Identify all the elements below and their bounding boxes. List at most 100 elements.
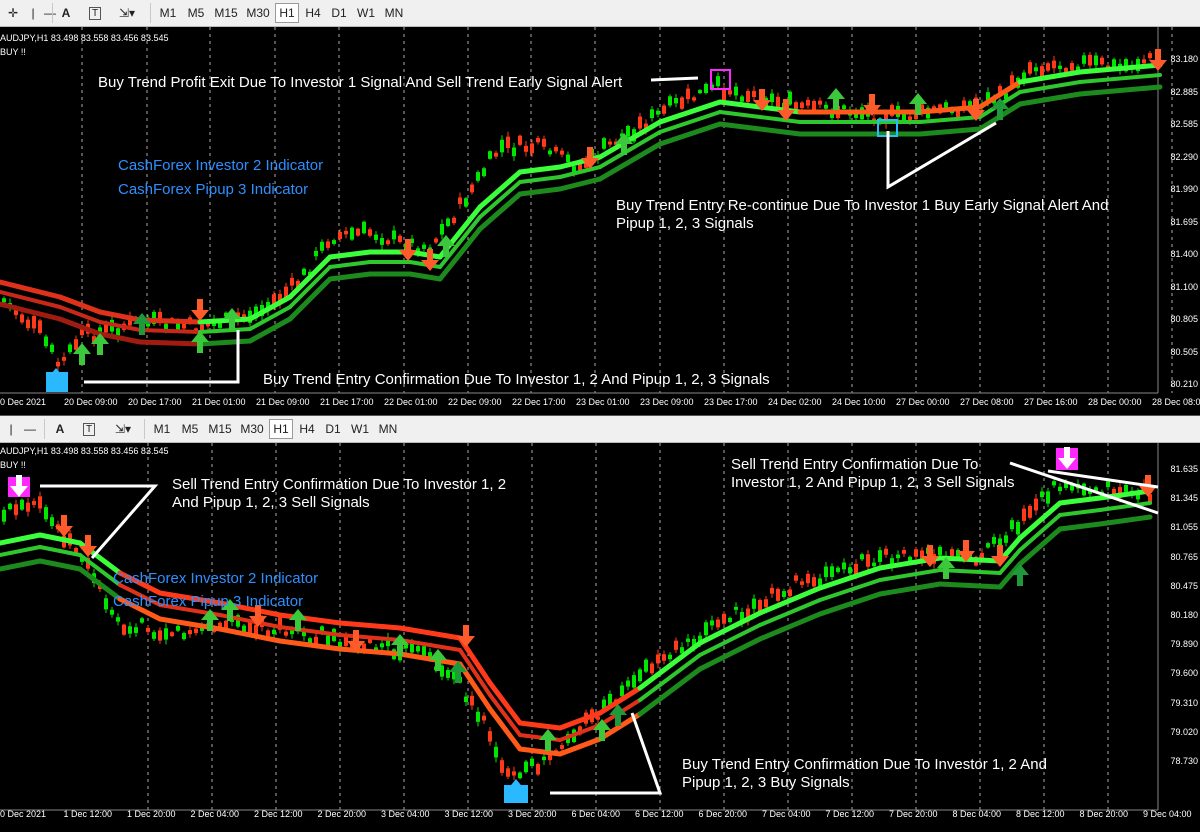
candle [374, 234, 378, 240]
timeframe-h4-button[interactable]: H4 [301, 3, 325, 23]
candle [458, 197, 462, 204]
timeframe-h1-button[interactable]: H1 [275, 3, 299, 23]
timeframe-mn-button[interactable]: MN [375, 419, 401, 439]
candle [638, 116, 642, 129]
candle [1052, 481, 1056, 486]
candle [74, 339, 78, 350]
trend-ribbon [397, 625, 463, 641]
candle [1004, 535, 1008, 543]
candle [620, 685, 624, 697]
candle [824, 104, 828, 109]
text-label-icon[interactable]: T [80, 419, 98, 439]
timeframe-m15-button[interactable]: M15 [211, 3, 241, 23]
candle [752, 90, 756, 97]
candle [488, 731, 492, 742]
timeframe-h4-button[interactable]: H4 [295, 419, 319, 439]
trend-ribbon [517, 720, 563, 731]
trend-ribbon [0, 545, 42, 557]
chart-bottom[interactable]: AUDJPY,H1 83.498 83.558 83.456 83.545 BU… [0, 443, 1200, 832]
shapes-icon[interactable]: ⇲▾ [108, 419, 138, 439]
candle [686, 638, 690, 642]
vertical-line-icon[interactable]: | [26, 3, 40, 23]
trend-ribbon [97, 309, 143, 323]
trend-ribbon [338, 633, 402, 642]
trend-ribbon [557, 176, 603, 192]
candle [656, 654, 660, 664]
timeframe-mn-button[interactable]: MN [381, 3, 407, 23]
candle [1046, 491, 1050, 504]
candle [560, 745, 564, 749]
candle [110, 609, 114, 615]
candle [68, 344, 72, 353]
candle [422, 244, 426, 249]
candle [968, 101, 972, 106]
candle [896, 554, 900, 559]
buy-arrow-icon [539, 729, 557, 751]
text-label-icon[interactable]: T [86, 3, 104, 23]
timeframe-m30-button[interactable]: M30 [243, 3, 273, 23]
timeframe-m30-button[interactable]: M30 [237, 419, 267, 439]
timeframe-m1-button[interactable]: M1 [149, 419, 175, 439]
vertical-line-icon[interactable]: | [4, 419, 18, 439]
horizontal-line-icon[interactable]: — [22, 419, 38, 439]
candle [470, 695, 474, 706]
text-icon[interactable]: A [58, 3, 74, 23]
annotation-line [1009, 461, 1159, 515]
candle [812, 100, 816, 111]
annotation-text: Buy Trend Entry Confirmation Due To Inve… [682, 756, 1047, 791]
candle [788, 589, 792, 597]
candle [56, 361, 60, 367]
candle [878, 550, 882, 562]
timeframe-m15-button[interactable]: M15 [205, 419, 235, 439]
timeframe-d1-button[interactable]: D1 [321, 419, 345, 439]
trend-ribbon [517, 186, 563, 197]
candle [452, 217, 456, 224]
text-icon[interactable]: A [52, 419, 68, 439]
shapes-icon[interactable]: ⇲▾ [112, 3, 142, 23]
candle [500, 760, 504, 773]
trend-ribbon [1017, 91, 1083, 107]
trend-ribbon [37, 558, 83, 572]
trend-ribbon [697, 636, 763, 672]
timeframe-d1-button[interactable]: D1 [327, 3, 351, 23]
trend-ribbon [1097, 514, 1153, 527]
candle [506, 768, 510, 777]
candle [14, 504, 18, 516]
time-label: 23 Dec 01:00 [576, 397, 630, 407]
candle [512, 147, 516, 157]
chart-top[interactable]: AUDJPY,H1 83.498 83.558 83.456 83.545 BU… [0, 27, 1200, 415]
trend-ribbon [197, 316, 253, 325]
horizontal-line-icon[interactable]: — [42, 3, 58, 23]
candle [1148, 53, 1152, 59]
candle [800, 581, 804, 585]
trend-ribbon [287, 254, 333, 300]
price-label: 81.100 [1170, 281, 1198, 292]
candle [752, 598, 756, 609]
timeframe-w1-button[interactable]: W1 [347, 419, 373, 439]
crosshair-icon[interactable]: ✛ [4, 3, 22, 23]
candle [830, 566, 834, 577]
timeframe-m1-button[interactable]: M1 [155, 3, 181, 23]
timeframe-w1-button[interactable]: W1 [353, 3, 379, 23]
candle [548, 150, 552, 155]
trend-ribbon [247, 316, 293, 344]
candle [536, 763, 540, 775]
candle [32, 501, 36, 505]
timeframe-m5-button[interactable]: M5 [177, 419, 203, 439]
candle [728, 90, 732, 95]
timeframe-h1-button[interactable]: H1 [269, 419, 293, 439]
toolbar-top: ✛ | — A T ⇲▾ M1 M5 M15 M30 H1 H4 D1 W1 MN [0, 0, 1200, 27]
candle [290, 630, 294, 635]
candle [464, 198, 468, 207]
trend-ribbon [917, 126, 983, 137]
candle [806, 99, 810, 106]
candle [338, 232, 342, 240]
candle [524, 761, 528, 773]
timeframe-m5-button[interactable]: M5 [183, 3, 209, 23]
candle [800, 102, 804, 108]
candle [26, 319, 30, 329]
price-label: 79.890 [1170, 639, 1198, 650]
candle [626, 126, 630, 137]
candle [512, 771, 516, 776]
candle [1040, 491, 1044, 498]
